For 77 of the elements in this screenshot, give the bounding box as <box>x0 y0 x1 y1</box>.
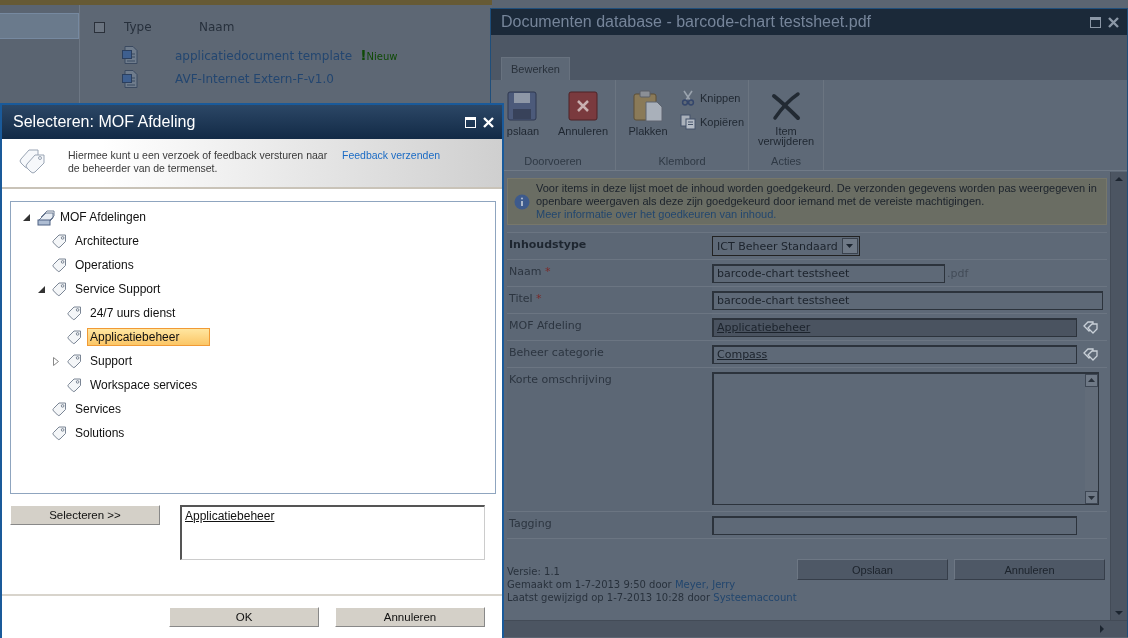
selected-term[interactable]: Applicatiebeheer <box>185 509 275 523</box>
tag-icon <box>52 281 67 297</box>
form-button[interactable]: Opslaan <box>797 559 948 580</box>
ribbon-button[interactable]: Item verwijderen <box>753 90 820 155</box>
column-header[interactable]: Type <box>118 20 199 34</box>
info-text: Hiermee kunt u een verzoek of feedback versturen naar de beheerder van de termenset. <box>68 149 329 175</box>
new-mark: ! <box>360 47 367 63</box>
tree-item[interactable]: Workspace services <box>87 376 201 394</box>
user-link[interactable]: Meyer, Jerry <box>674 579 736 590</box>
notice-text: Voor items in deze lijst moet de inhoud worden goedgekeurd. De verzonden gegevens worden pas weergegeven in openbare weergaven als deze zijn goedgekeurd door iemand met de vereiste machtigingen. Meer informatie over het goedkeuren van inhoud. <box>536 182 1098 221</box>
more-info-link[interactable]: Meer informatie over het goedkeuren van inhoud. <box>536 208 777 220</box>
scroll-up-icon[interactable] <box>1085 374 1098 387</box>
collapsed-arrow-icon[interactable] <box>53 356 59 366</box>
copy-icon <box>680 114 696 130</box>
document-icon <box>122 70 138 88</box>
tag-icon <box>52 401 67 417</box>
document-icon <box>122 46 138 64</box>
tree-item[interactable]: 24/7 uurs dienst <box>87 304 179 322</box>
tree-item[interactable]: Operations <box>72 256 137 274</box>
select-all-checkbox[interactable] <box>94 21 105 33</box>
scissors-icon <box>680 90 696 106</box>
document-link[interactable]: AVF-Internet Extern-F-v1.0 <box>175 72 334 86</box>
dialog-button[interactable]: OK <box>169 607 319 627</box>
document-link[interactable]: applicatiedocument template <box>175 49 353 63</box>
history-text: Gemaakt om 1-7-2013 9:50 door Meyer, Jerry <box>507 578 737 591</box>
clipboard-icon <box>632 90 664 122</box>
ribbon-button[interactable]: Annuleren <box>555 90 611 155</box>
version-text: Versie: 1.1 <box>507 565 561 578</box>
dialog-title: Documenten database - barcode-chart testsheet.pdf <box>501 13 871 31</box>
expanded-arrow-icon[interactable] <box>23 213 30 221</box>
maximize-icon[interactable] <box>1090 16 1101 28</box>
x-icon <box>770 90 803 122</box>
expanded-arrow-icon[interactable] <box>38 285 45 293</box>
info-icon <box>514 194 530 210</box>
ribbon-button[interactable]: Kopiëren <box>680 114 745 130</box>
tag-icon <box>67 353 82 369</box>
select-button[interactable]: Selecteren >> <box>10 505 160 525</box>
new-label: Nieuw <box>366 51 398 62</box>
tag-icon <box>67 377 82 393</box>
tree-item[interactable]: Service Support <box>72 280 164 298</box>
tag-set-icon <box>37 208 56 226</box>
ribbon-button[interactable]: Plakken <box>620 90 676 155</box>
scrollbar[interactable] <box>1085 374 1098 504</box>
scroll-down-icon[interactable] <box>1085 491 1098 504</box>
ribbon-tab[interactable]: Bewerken <box>501 57 570 80</box>
dialog-title: Selecteren: MOF Afdeling <box>13 113 196 131</box>
tag-icon <box>67 305 82 321</box>
text-field[interactable]: barcode-chart testsheet <box>712 263 945 283</box>
selection-field[interactable]: Applicatiebeheer <box>180 505 485 560</box>
tree-item[interactable]: MOF Afdelingen <box>57 208 150 226</box>
ribbon-button[interactable]: Knippen <box>680 90 745 106</box>
tree-item[interactable]: Support <box>87 352 136 370</box>
ribbon-button[interactable]: pslaan <box>495 90 551 155</box>
tree-item[interactable]: Applicatiebeheer <box>87 328 211 346</box>
text-field[interactable] <box>712 515 1077 535</box>
text-area[interactable] <box>712 372 1099 505</box>
tag-icon <box>52 425 67 441</box>
tag-icon <box>52 233 67 249</box>
form-button[interactable]: Annuleren <box>954 559 1105 580</box>
tag-icon <box>67 329 82 345</box>
column-header[interactable]: Naam <box>199 20 235 34</box>
cancel-icon <box>567 90 599 122</box>
tag-icon <box>52 257 67 273</box>
text-field[interactable]: barcode-chart testsheet <box>712 290 1103 310</box>
term-field[interactable]: Compass <box>712 344 1077 364</box>
tag-icon[interactable] <box>1082 347 1100 361</box>
dropdown[interactable]: ICT Beheer Standaard <box>712 236 860 256</box>
tag-icon[interactable] <box>1082 320 1100 334</box>
caret-icon <box>846 244 854 248</box>
vertical-scrollbar[interactable] <box>1110 172 1127 620</box>
tree-item[interactable]: Services <box>72 400 124 418</box>
feedback-link[interactable]: Feedback verzenden <box>342 149 441 161</box>
tree-item[interactable]: Solutions <box>72 424 128 442</box>
close-icon[interactable] <box>1108 16 1119 28</box>
tree-item[interactable]: Architecture <box>72 232 143 250</box>
dialog-button[interactable]: Annuleren <box>335 607 485 627</box>
user-link[interactable]: Systeemaccount <box>713 592 797 603</box>
